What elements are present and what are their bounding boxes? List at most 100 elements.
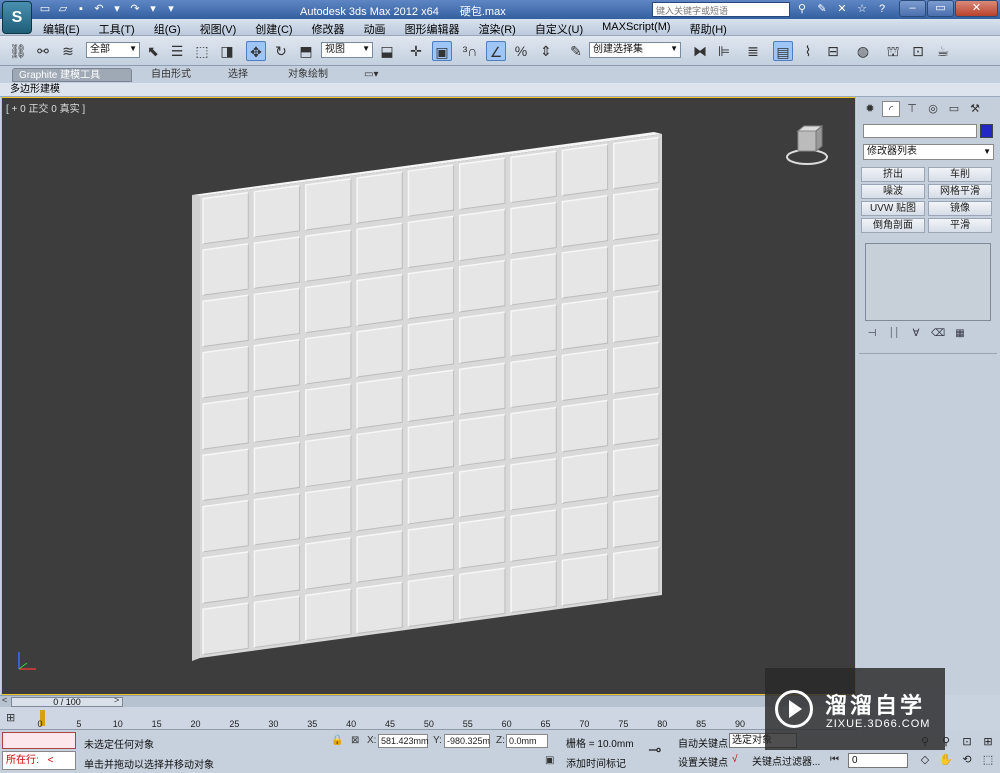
menu-customize[interactable]: 自定义(U) (535, 21, 583, 37)
manipulate-icon[interactable]: ✛ (406, 41, 426, 61)
viewport-front[interactable]: [ + 0 正交 0 真实 ] (1, 97, 856, 695)
hierarchy-tab-icon[interactable]: ⊤ (903, 101, 921, 117)
maxscript-line-field[interactable]: 所在行: < (2, 751, 76, 770)
selection-filter-dropdown[interactable]: 全部 ▼ (86, 42, 140, 58)
select-and-rotate-icon[interactable]: ↻ (271, 41, 291, 61)
ribbon-options-icon[interactable]: ▭▾ (358, 68, 384, 82)
noise-button[interactable]: 噪波 (861, 184, 925, 199)
pin-stack-icon[interactable]: ⊣ (865, 327, 879, 341)
percent-snap-icon[interactable]: % (511, 41, 531, 61)
key-filters-button[interactable]: 关键点过滤器... (752, 753, 820, 768)
utilities-tab-icon[interactable]: ⚒ (966, 101, 984, 117)
display-tab-icon[interactable]: ▭ (945, 101, 963, 117)
window-crossing-icon[interactable]: ◨ (217, 41, 237, 61)
x-coordinate-field[interactable]: 581.423mm (378, 734, 429, 748)
absolute-mode-icon[interactable]: ⊠ (351, 735, 359, 746)
tab-freeform[interactable]: 自由形式 (145, 68, 197, 82)
link-icon[interactable]: ⛓ (8, 41, 28, 61)
maximize-button[interactable]: ▭ (927, 0, 954, 17)
angle-snap-icon[interactable]: ∠ (486, 41, 506, 61)
add-time-tag-icon[interactable]: ▣ (545, 755, 554, 766)
select-object-icon[interactable]: ⬉ (143, 41, 163, 61)
viewcube-icon[interactable] (785, 125, 830, 170)
open-file-icon[interactable]: ▱ (56, 2, 70, 16)
set-key-button[interactable]: 设置关键点 (678, 754, 728, 769)
modifier-list-dropdown[interactable]: 修改器列表 ▼ (863, 144, 994, 160)
named-selection-dropdown[interactable]: 创建选择集 ▼ (589, 42, 681, 58)
binoculars-icon[interactable]: ⚲ (795, 2, 809, 16)
menu-group[interactable]: 组(G) (154, 21, 181, 37)
next-frame-icon[interactable]: > (114, 695, 119, 705)
rendered-frame-icon[interactable]: ⊡ (908, 41, 928, 61)
menu-graph-editors[interactable]: 图形编辑器 (405, 21, 460, 37)
help-icon[interactable]: ? (875, 2, 889, 16)
menu-help[interactable]: 帮助(H) (690, 21, 727, 37)
tab-selection[interactable]: 选择 (222, 68, 254, 82)
uvw-map-button[interactable]: UVW 贴图 (861, 201, 925, 216)
customize-qat-icon[interactable]: ▾ (164, 2, 178, 16)
render-setup-icon[interactable]: ⛫ (883, 41, 903, 61)
render-teapot-icon[interactable]: ☕ (933, 41, 953, 61)
orbit-icon[interactable]: ⟲ (957, 752, 977, 769)
maximize-viewport-icon[interactable]: ⬚ (978, 752, 998, 769)
create-tab-icon[interactable]: ✹ (861, 101, 879, 117)
track-bar[interactable]: ⊞ 0 5 10 15 20 25 30 35 40 45 50 55 60 65 70 75 80 85 90 (0, 707, 857, 730)
material-editor-icon[interactable]: ◍ (853, 41, 873, 61)
edit-named-selection-icon[interactable]: ✎ (566, 41, 586, 61)
menu-tools[interactable]: 工具(T) (99, 21, 135, 37)
prev-frame-icon[interactable]: < (2, 695, 7, 705)
auto-key-button[interactable]: 自动关键点 (678, 735, 728, 750)
time-slider-thumb[interactable]: 0 / 100 (11, 697, 123, 707)
reference-coordinate-dropdown[interactable]: 视图 ▼ (321, 42, 373, 58)
add-time-tag[interactable]: 添加时间标记 (566, 755, 626, 770)
pan-icon[interactable]: ✋ (936, 752, 956, 769)
schematic-view-icon[interactable]: ⊟ (823, 41, 843, 61)
menu-maxscript[interactable]: MAXScript(M) (602, 21, 670, 37)
undo-dropdown-icon[interactable]: ▾ (110, 2, 124, 16)
redo-dropdown-icon[interactable]: ▾ (146, 2, 160, 16)
smooth-button[interactable]: 平滑 (928, 218, 992, 233)
close-button[interactable]: ✕ (955, 0, 998, 17)
menu-animation[interactable]: 动画 (364, 21, 386, 37)
lathe-button[interactable]: 车削 (928, 167, 992, 182)
polygon-modeling-label[interactable]: 多边形建模 (10, 83, 60, 97)
mini-curve-editor-icon[interactable]: ⊞ (6, 711, 24, 725)
configure-modifier-sets-icon[interactable]: ▦ (953, 327, 967, 341)
undo-icon[interactable]: ↶ (92, 2, 106, 16)
select-by-name-icon[interactable]: ☰ (167, 41, 187, 61)
wrench-icon[interactable]: ✎ (815, 2, 829, 16)
select-and-move-icon[interactable]: ✥ (246, 41, 266, 61)
curve-editor-icon[interactable]: ⌇ (798, 41, 818, 61)
menu-modifiers[interactable]: 修改器 (312, 21, 345, 37)
modify-tab-icon[interactable]: ◜ (882, 101, 900, 117)
graphite-toggle-icon[interactable]: ▤ (773, 41, 793, 61)
current-frame-field[interactable]: 0 (848, 753, 908, 768)
object-name-field[interactable] (863, 124, 977, 138)
modifier-stack[interactable] (865, 243, 991, 321)
minimize-button[interactable]: – (899, 0, 926, 17)
field-of-view-icon[interactable]: ◇ (915, 752, 935, 769)
remove-modifier-icon[interactable]: ⌫ (931, 327, 945, 341)
tab-graphite-modeling[interactable]: Graphite 建模工具 (12, 68, 132, 82)
extrude-button[interactable]: 挤出 (861, 167, 925, 182)
meshsmooth-button[interactable]: 网格平滑 (928, 184, 992, 199)
rectangular-selection-icon[interactable]: ⬚ (192, 41, 212, 61)
y-coordinate-field[interactable]: -980.325m (444, 734, 490, 748)
go-to-start-icon[interactable]: ⏮ (830, 754, 839, 765)
unlink-icon[interactable]: ⚯ (33, 41, 53, 61)
snaps-toggle-icon[interactable]: ³∩ (460, 41, 480, 61)
spinner-snap-icon[interactable]: ⇕ (536, 41, 556, 61)
save-file-icon[interactable]: ▪ (74, 2, 88, 16)
align-icon[interactable]: ⊫ (714, 41, 734, 61)
bevel-profile-button[interactable]: 倒角剖面 (861, 218, 925, 233)
make-unique-icon[interactable]: ∀ (909, 327, 923, 341)
menu-rendering[interactable]: 渲染(R) (479, 21, 516, 37)
object-color-swatch[interactable] (980, 124, 993, 138)
set-key-icon[interactable]: ⊸ (648, 740, 661, 760)
soft-panel-wall[interactable] (2, 98, 856, 695)
star-icon[interactable]: ☆ (855, 2, 869, 16)
maxscript-listener-input[interactable] (2, 732, 76, 749)
layer-manager-icon[interactable]: ≣ (743, 41, 763, 61)
menu-edit[interactable]: 编辑(E) (43, 21, 80, 37)
keyboard-shortcut-override-icon[interactable]: ▣ (432, 41, 452, 61)
